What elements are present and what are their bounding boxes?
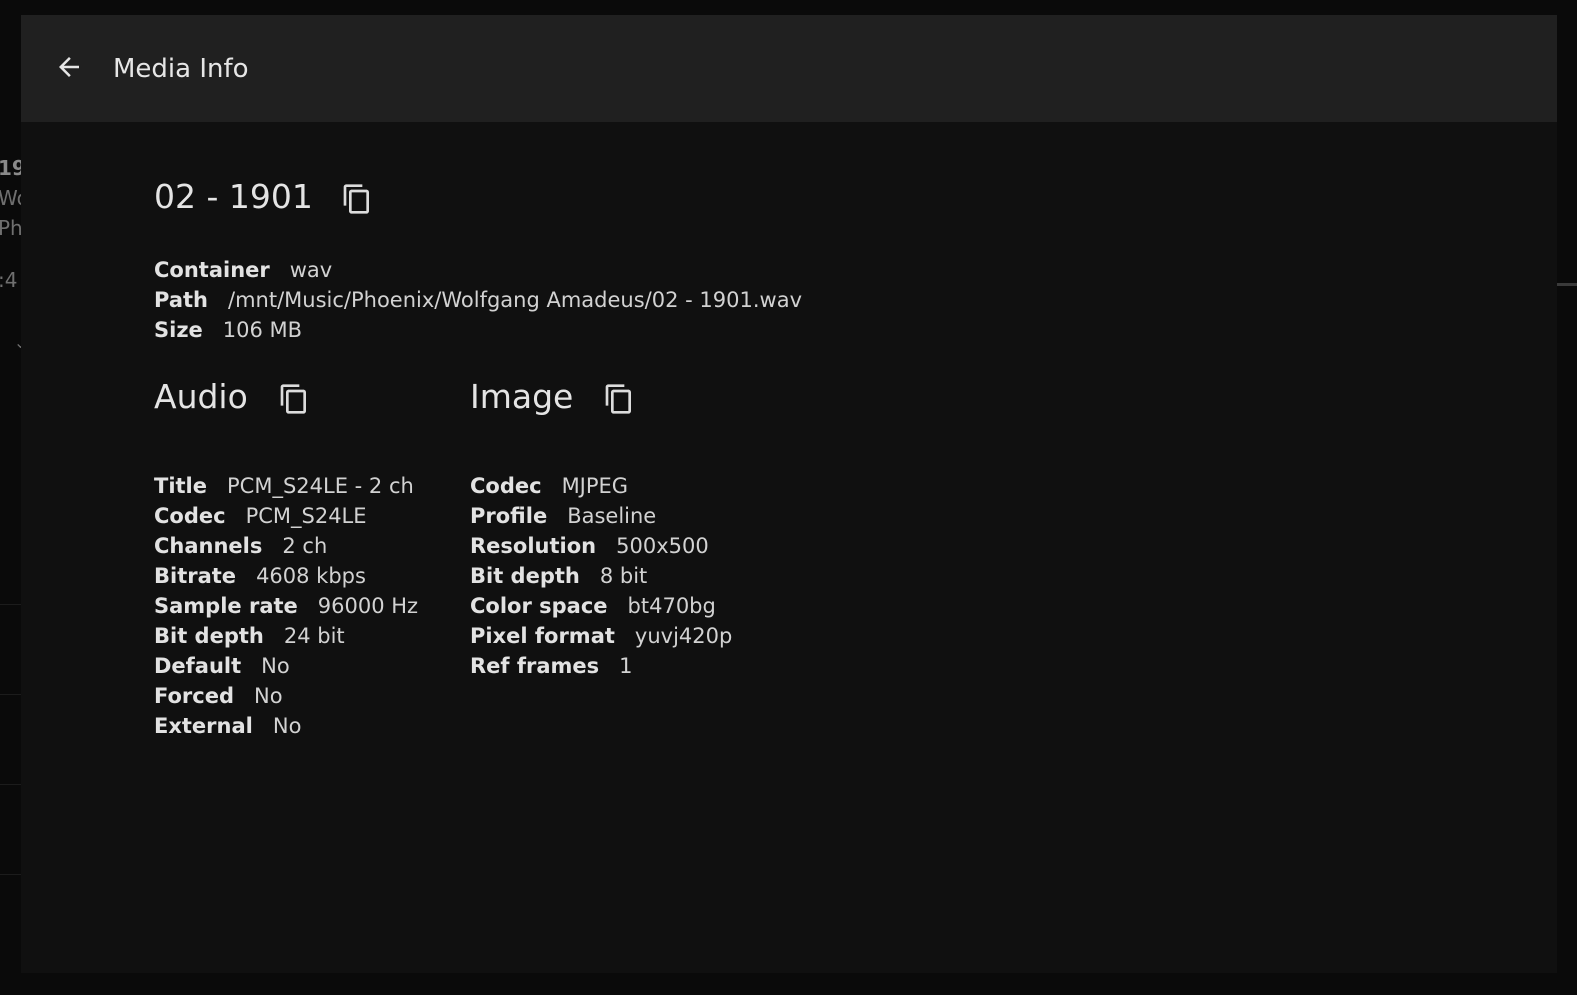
image-section-header: Image [470,375,732,419]
property-value: No [261,654,290,678]
property-row: Color space bt470bg [470,591,732,621]
audio-section-header: Audio [154,375,418,419]
property-row: Title PCM_S24LE - 2 ch [154,471,418,501]
image-section-title: Image [470,377,574,416]
dialog-header: Media Info [21,15,1557,122]
property-row: Codec MJPEG [470,471,732,501]
property-value: 24 bit [283,624,345,648]
property-value: 2 ch [282,534,328,558]
property-row: Bit depth 24 bit [154,621,418,651]
property-label: Bit depth [470,564,580,588]
property-row: Pixel format yuvj420p [470,621,732,651]
copy-icon [280,384,306,414]
arrow-left-icon [59,57,79,77]
property-value: 106 MB [222,318,303,342]
audio-section: Audio Title PCM_S24LE - 2 ch Codec PCM_S24… [154,375,418,741]
property-label: Codec [154,504,226,528]
property-label: Pixel format [470,624,615,648]
property-row: Container wav [154,255,802,285]
property-label: Channels [154,534,263,558]
property-value: wav [289,258,333,282]
property-label: Size [154,318,203,342]
background-divider [1555,283,1577,286]
copy-audio-info-button[interactable] [276,381,312,417]
property-label: Sample rate [154,594,298,618]
back-button[interactable] [49,47,89,87]
property-label: Default [154,654,242,678]
file-title: 02 - 1901 [154,177,313,216]
property-value: bt470bg [627,594,716,618]
property-label: Profile [470,504,548,528]
property-value: 4608 kbps [256,564,366,588]
background-divider [0,874,22,875]
background-divider [0,604,22,605]
property-row: Codec PCM_S24LE [154,501,418,531]
property-row: Resolution 500x500 [470,531,732,561]
property-label: External [154,714,253,738]
background-text-fragment: :4 [0,268,18,292]
property-label: Codec [470,474,542,498]
property-label: Bitrate [154,564,237,588]
media-info-dialog: Media Info 02 - 1901 Container wav Path/m… [21,15,1557,973]
property-row: Profile Baseline [470,501,732,531]
copy-image-info-button[interactable] [601,381,637,417]
copy-icon [606,384,632,414]
property-label: Path [154,288,208,312]
property-row: Sample rate 96000 Hz [154,591,418,621]
media-info-content: 02 - 1901 Container wav Path/mnt/Music/Ph… [154,175,802,738]
property-row: Bitrate 4608 kbps [154,561,418,591]
property-value: No [272,714,302,738]
property-row: External No [154,711,418,741]
property-row: Default No [154,651,418,681]
property-value: PCM_S24LE [245,504,367,528]
file-properties: Container wav Path/mnt/Music/Phoenix/Wolf… [154,255,802,345]
background-text-fragment: Ph [0,216,23,240]
property-value: /mnt/Music/Phoenix/Wolfgang Amadeus/02 -… [228,288,802,312]
image-section: Image Codec MJPEG Profile Baseline Resolut… [470,375,732,681]
property-label: Title [154,474,208,498]
background-divider [0,784,22,785]
audio-properties: Title PCM_S24LE - 2 ch Codec PCM_S24LE Cha… [154,471,418,741]
property-value: 96000 Hz [317,594,419,618]
property-value: yuvj420p [634,624,733,648]
property-value: 1 [619,654,633,678]
property-row: Path/mnt/Music/Phoenix/Wolfgang Amadeus/… [154,285,802,315]
property-row: Ref frames 1 [470,651,732,681]
property-row: Forced No [154,681,418,711]
property-row: Channels 2 ch [154,531,418,561]
property-value: No [254,684,283,708]
property-row: Bit depth 8 bit [470,561,732,591]
background-divider [0,694,22,695]
audio-section-title: Audio [154,377,248,416]
dialog-title: Media Info [113,54,249,84]
property-label: Forced [154,684,235,708]
property-label: Color space [470,594,608,618]
property-label: Resolution [470,534,597,558]
property-label: Bit depth [154,624,264,648]
property-value: MJPEG [561,474,629,498]
image-properties: Codec MJPEG Profile Baseline Resolution 500… [470,471,732,681]
copy-icon [343,184,369,214]
property-label: Container [154,258,270,282]
property-row: Size 106 MB [154,315,802,345]
copy-file-info-button[interactable] [339,181,375,217]
property-label: Ref frames [470,654,600,678]
property-value: Baseline [567,504,657,528]
property-value: 8 bit [599,564,648,588]
file-title-row: 02 - 1901 [154,175,375,219]
property-value: PCM_S24LE - 2 ch [227,474,414,498]
property-value: 500x500 [616,534,709,558]
